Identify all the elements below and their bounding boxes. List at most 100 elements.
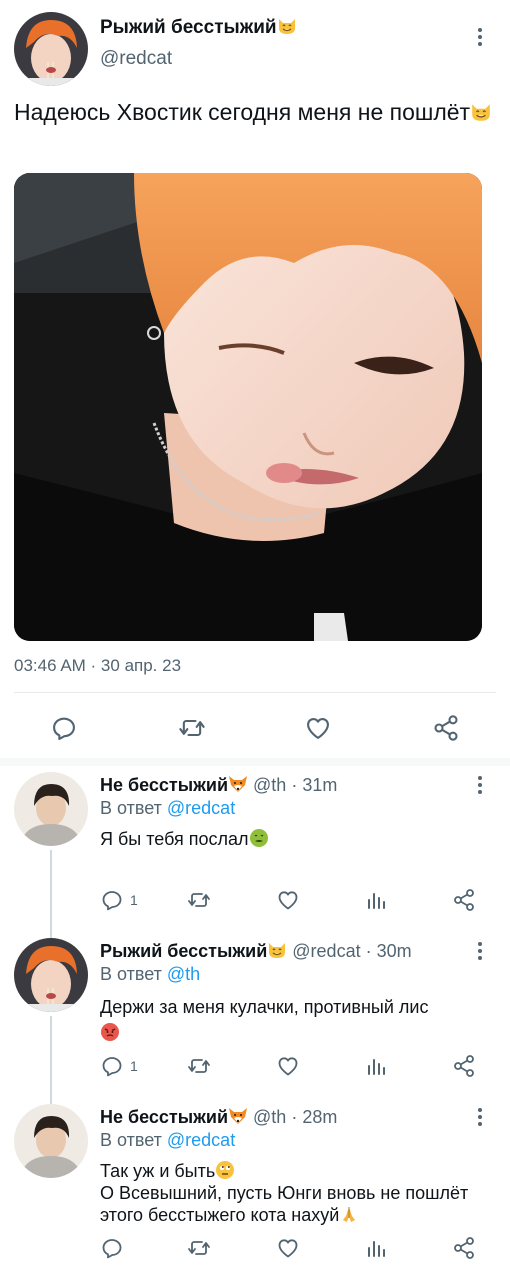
replying-to: В ответ @th xyxy=(100,964,200,985)
folded-hands-emoji-icon xyxy=(339,1204,359,1224)
author-handle[interactable]: @th xyxy=(253,1107,286,1127)
replying-to-link[interactable]: @redcat xyxy=(167,798,235,818)
cat-grin-emoji-icon xyxy=(277,16,297,36)
avatar[interactable] xyxy=(14,1104,88,1178)
replying-to: В ответ @redcat xyxy=(100,798,235,819)
reply-button[interactable]: 1 xyxy=(100,1054,138,1078)
reply-icon xyxy=(100,888,124,912)
reply-action-bar xyxy=(0,1236,510,1266)
tweet-text-body: Надеюсь Хвостик сегодня меня не пошлёт xyxy=(14,99,471,125)
retweet-icon xyxy=(177,714,207,742)
more-options-icon[interactable] xyxy=(476,28,484,46)
tweet-age: · 28m xyxy=(291,1107,338,1127)
retweet-icon xyxy=(186,1054,212,1078)
tweet-photo[interactable] xyxy=(14,173,482,641)
like-button[interactable] xyxy=(304,714,332,742)
heart-icon xyxy=(304,714,332,742)
author-name[interactable]: Рыжий бесстыжий xyxy=(100,941,267,961)
tweet-text-line2: О Всевышний, пусть Юнги вновь не пошлёт … xyxy=(100,1183,469,1225)
replying-to: В ответ @redcat xyxy=(100,1130,235,1151)
reply-button[interactable] xyxy=(100,1236,124,1260)
share-button[interactable] xyxy=(452,1236,476,1260)
reply-tweet[interactable]: Не бесстыжий @th · 31m В ответ @redcat Я… xyxy=(0,766,510,938)
avatar[interactable] xyxy=(14,938,88,1012)
share-icon xyxy=(452,1236,476,1260)
retweet-icon xyxy=(186,888,212,912)
tweet-text: Так уж и быть О Всевышний, пусть Юнги вн… xyxy=(100,1160,480,1226)
reply-header: Не бесстыжий @th · 28m xyxy=(100,1106,337,1128)
replying-to-link[interactable]: @redcat xyxy=(167,1130,235,1150)
eye-roll-emoji-icon xyxy=(215,1160,235,1180)
stats-icon xyxy=(364,888,388,912)
author-name[interactable]: Не бесстыжий xyxy=(100,775,228,795)
cat-grin-emoji-icon xyxy=(267,940,287,960)
like-button[interactable] xyxy=(276,888,300,912)
stats-button[interactable] xyxy=(364,1236,388,1260)
tweet-age: · 30m xyxy=(365,941,412,961)
retweet-button[interactable] xyxy=(186,1236,212,1260)
share-icon xyxy=(432,714,460,742)
retweet-button[interactable] xyxy=(186,1054,212,1078)
tweet-text: Держи за меня кулачки, противный лис xyxy=(100,994,490,1046)
retweet-button[interactable] xyxy=(186,888,212,912)
stats-icon xyxy=(364,1054,388,1078)
heart-icon xyxy=(276,888,300,912)
replying-to-prefix: В ответ xyxy=(100,964,167,984)
fox-emoji-icon xyxy=(228,1106,248,1126)
tweet-timestamp[interactable]: 03:46 AM · 30 апр. 23 xyxy=(14,656,181,676)
author-handle[interactable]: @redcat xyxy=(292,941,360,961)
author-handle[interactable]: @redcat xyxy=(100,48,172,70)
share-icon xyxy=(452,1054,476,1078)
reply-header: Рыжий бесстыжий @redcat · 30m xyxy=(100,940,412,962)
share-button[interactable] xyxy=(452,1054,476,1078)
share-button[interactable] xyxy=(432,714,460,742)
reply-action-bar: 1 xyxy=(0,888,510,918)
divider xyxy=(14,692,496,693)
tweet-text-line: Так уж и быть xyxy=(100,1160,480,1182)
like-button[interactable] xyxy=(276,1054,300,1078)
reply-icon xyxy=(100,1054,124,1078)
reply-header: Не бесстыжий @th · 31m xyxy=(100,774,337,796)
author-name[interactable]: Не бесстыжий xyxy=(100,1107,228,1127)
fox-emoji-icon xyxy=(228,774,248,794)
author-name[interactable]: Рыжий бесстыжий xyxy=(100,16,297,39)
retweet-button[interactable] xyxy=(177,714,207,742)
replying-to-prefix: В ответ xyxy=(100,1130,167,1150)
reply-icon xyxy=(100,1236,124,1260)
like-button[interactable] xyxy=(276,1236,300,1260)
stats-button[interactable] xyxy=(364,888,388,912)
tweet-text-body: Держи за меня кулачки, противный лис xyxy=(100,997,429,1017)
tweet-text-line1: Так уж и быть xyxy=(100,1161,216,1181)
avatar[interactable] xyxy=(14,772,88,846)
section-separator xyxy=(0,758,510,766)
reply-button[interactable]: 1 xyxy=(100,888,138,912)
more-options-icon[interactable] xyxy=(476,1108,484,1126)
tweet-text: Я бы тебя послал xyxy=(100,828,490,850)
retweet-icon xyxy=(186,1236,212,1260)
heart-icon xyxy=(276,1236,300,1260)
tweet-text-line: О Всевышний, пусть Юнги вновь не пошлёт … xyxy=(100,1182,480,1226)
author-name-text: Рыжий бесстыжий xyxy=(100,17,277,38)
stats-button[interactable] xyxy=(364,1054,388,1078)
replying-to-link[interactable]: @th xyxy=(167,964,200,984)
tweet-age: · 31m xyxy=(291,775,338,795)
stats-icon xyxy=(364,1236,388,1260)
share-button[interactable] xyxy=(452,888,476,912)
reply-tweet[interactable]: Не бесстыжий @th · 28m В ответ @redcat Т… xyxy=(0,1098,510,1280)
heart-icon xyxy=(276,1054,300,1078)
reply-icon xyxy=(50,714,78,742)
angry-face-emoji-icon xyxy=(100,1022,120,1042)
avatar[interactable] xyxy=(14,12,88,86)
cat-smirk-emoji-icon xyxy=(470,101,492,123)
share-icon xyxy=(452,888,476,912)
tweet-text-body: Я бы тебя послал xyxy=(100,829,249,849)
reply-button[interactable] xyxy=(50,714,78,742)
nauseated-face-emoji-icon xyxy=(249,828,269,848)
reply-tweet[interactable]: Рыжий бесстыжий @redcat · 30m В ответ @t… xyxy=(0,932,510,1104)
more-options-icon[interactable] xyxy=(476,942,484,960)
main-action-bar xyxy=(0,700,510,756)
author-handle[interactable]: @th xyxy=(253,775,286,795)
more-options-icon[interactable] xyxy=(476,776,484,794)
tweet-text: Надеюсь Хвостик сегодня меня не пошлёт xyxy=(14,97,494,128)
replying-to-prefix: В ответ xyxy=(100,798,167,818)
